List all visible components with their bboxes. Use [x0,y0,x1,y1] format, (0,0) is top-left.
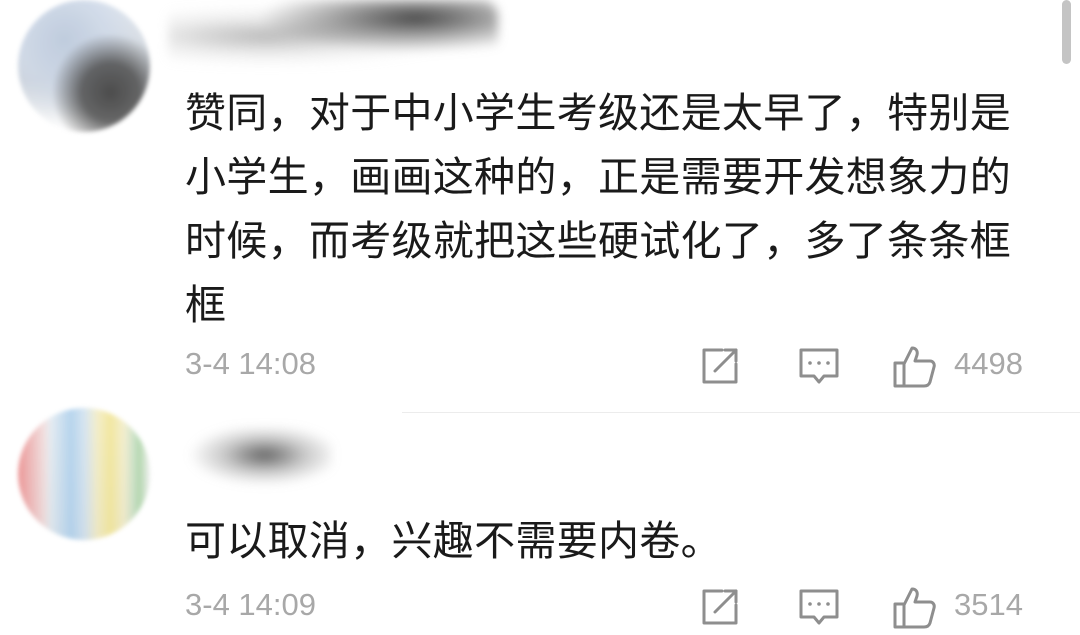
like-count: 3514 [954,587,1023,622]
avatar[interactable] [18,0,150,132]
share-icon[interactable] [698,344,742,388]
comment-timestamp: 3-4 14:08 [185,346,316,381]
comment-text: 赞同，对于中小学生考级还是太早了，特别是小学生，画画这种的，正是需要开发想象力的… [185,89,1011,329]
thumbs-up-icon[interactable] [892,344,936,388]
divider [402,412,1080,413]
like-count: 4498 [954,346,1023,381]
avatar[interactable] [18,408,150,540]
username-blurred[interactable] [182,428,332,488]
thumbs-up-icon[interactable] [892,585,936,629]
comment-timestamp: 3-4 14:09 [185,587,316,622]
comment-text: 可以取消，兴趣不需要内卷。 [185,517,722,565]
comment-icon[interactable] [797,585,841,629]
username-blurred[interactable] [168,0,498,72]
scrollbar[interactable] [1062,0,1071,64]
comment-meta: 3-4 14:08 4498 [0,340,1080,390]
comment-icon[interactable] [797,344,841,388]
share-icon[interactable] [698,585,742,629]
comment-meta: 3-4 14:09 3514 [0,581,1080,631]
